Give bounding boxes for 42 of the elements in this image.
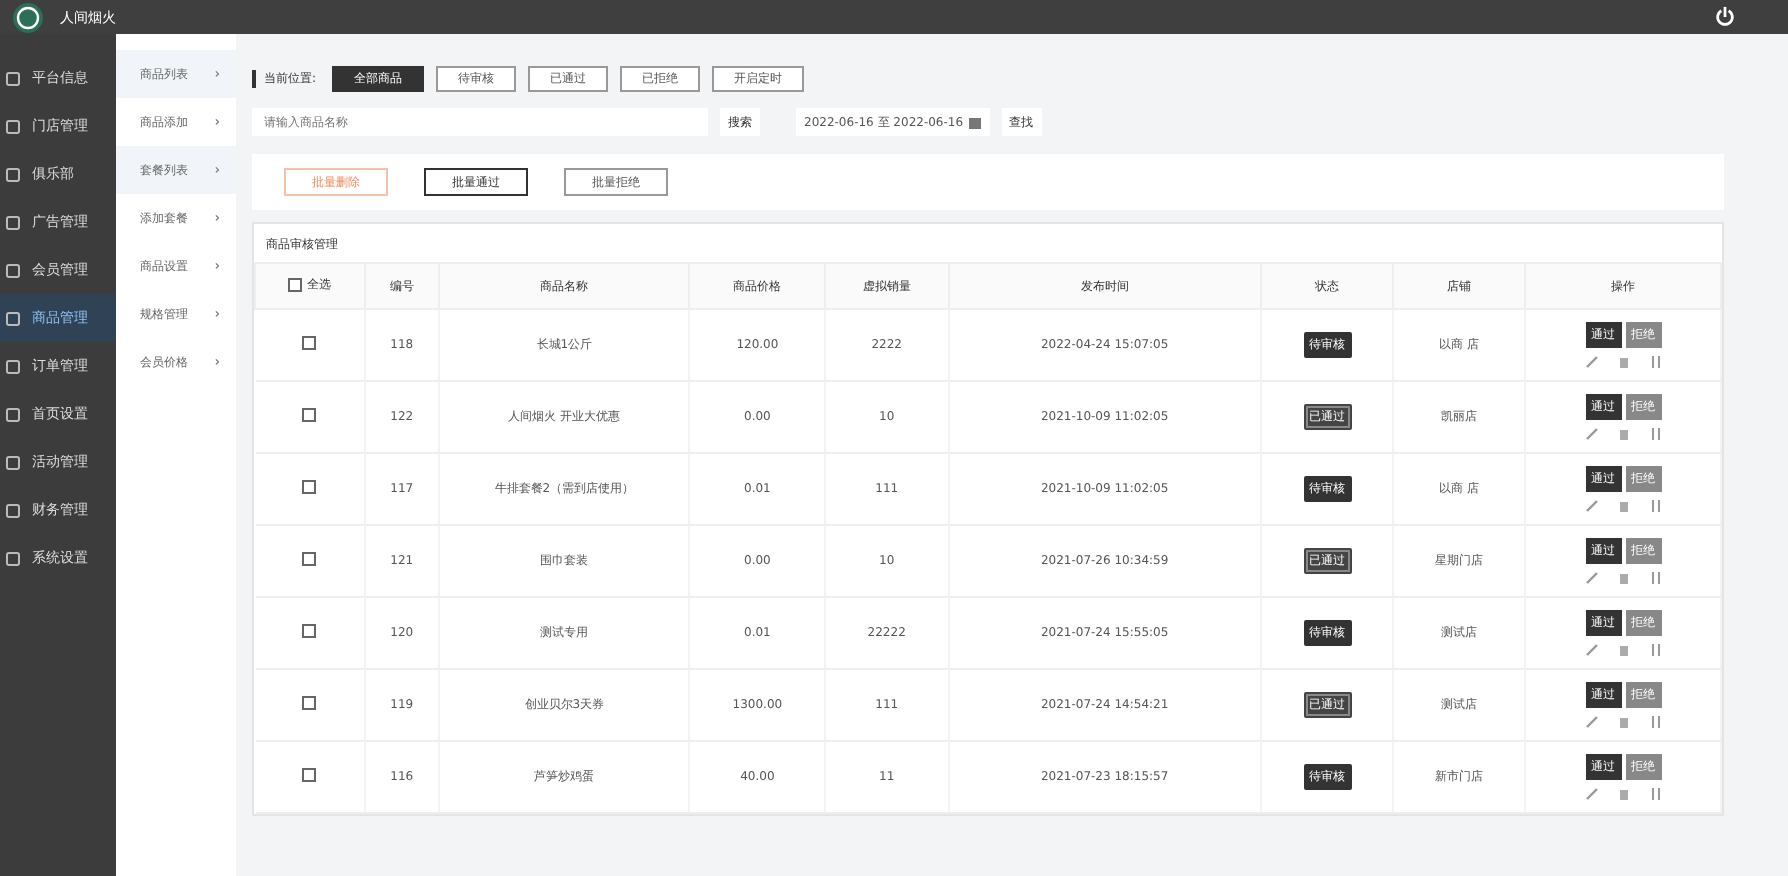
sort-icon[interactable] (1649, 572, 1662, 584)
square-icon (6, 407, 20, 421)
row-checkbox[interactable] (302, 336, 317, 350)
square-icon (6, 119, 20, 133)
row-checkbox[interactable] (302, 624, 317, 638)
square-icon (6, 215, 20, 229)
sort-icon[interactable] (1649, 716, 1662, 728)
sort-icon[interactable] (1649, 788, 1662, 800)
delete-icon[interactable] (1617, 788, 1630, 800)
sort-icon[interactable] (1649, 644, 1662, 656)
delete-icon[interactable] (1617, 428, 1630, 440)
logo-icon (12, 1, 44, 33)
edit-icon[interactable] (1585, 572, 1598, 584)
row-checkbox[interactable] (302, 480, 317, 494)
square-icon (6, 71, 20, 85)
edit-icon[interactable] (1585, 788, 1598, 800)
row-checkbox[interactable] (302, 408, 317, 422)
row-checkbox[interactable] (302, 768, 317, 782)
delete-icon[interactable] (1617, 716, 1630, 728)
power-icon[interactable] (1714, 6, 1736, 28)
square-icon (6, 311, 20, 325)
square-icon (6, 359, 20, 373)
edit-icon[interactable] (1585, 500, 1598, 512)
square-icon (6, 503, 20, 517)
edit-icon[interactable] (1585, 356, 1598, 368)
delete-icon[interactable] (1617, 356, 1630, 368)
delete-icon[interactable] (1617, 500, 1630, 512)
square-icon (6, 263, 20, 277)
sort-icon[interactable] (1649, 500, 1662, 512)
sort-icon[interactable] (1649, 428, 1662, 440)
square-icon (6, 551, 20, 565)
delete-icon[interactable] (1617, 572, 1630, 584)
square-icon (6, 167, 20, 181)
calendar-icon[interactable] (967, 115, 982, 129)
row-checkbox[interactable] (302, 552, 317, 566)
edit-icon[interactable] (1585, 428, 1598, 440)
delete-icon[interactable] (1617, 644, 1630, 656)
sort-icon[interactable] (1649, 356, 1662, 368)
row-checkbox[interactable] (302, 696, 317, 710)
square-icon (6, 455, 20, 469)
edit-icon[interactable] (1585, 644, 1598, 656)
edit-icon[interactable] (1585, 716, 1598, 728)
